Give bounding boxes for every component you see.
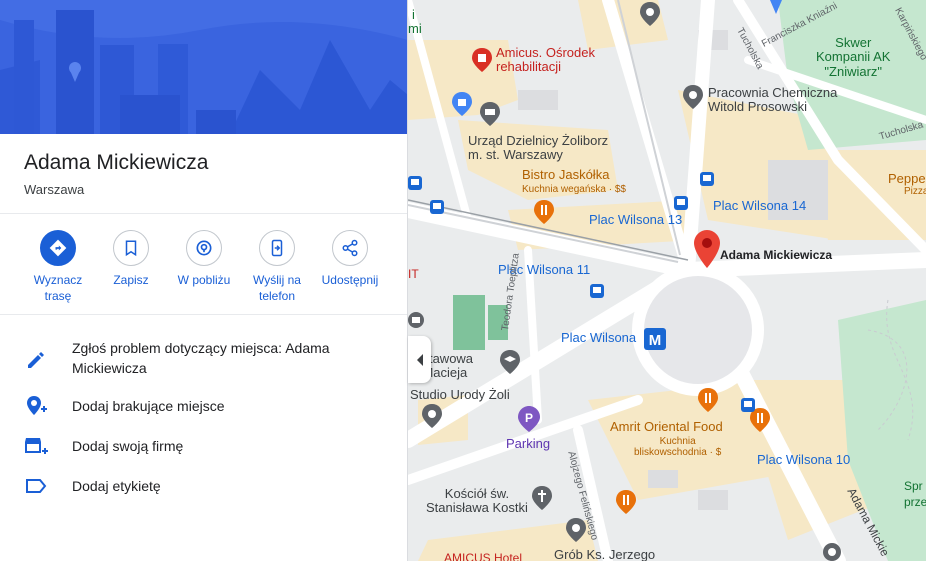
map-label-bistro-sub: Kuchnia wegańska · $$: [522, 184, 626, 195]
map-label-peppe: Peppe: [888, 171, 926, 186]
restaurant-poi-icon[interactable]: [698, 388, 718, 412]
place-title: Adama Mickiewicza: [24, 151, 209, 174]
save-button[interactable]: Zapisz: [94, 230, 168, 288]
add-business-item[interactable]: Dodaj swoją firmę: [0, 434, 407, 458]
mail-poi-icon[interactable]: [408, 312, 424, 328]
label-icon: [26, 479, 47, 493]
directions-icon: [49, 239, 67, 257]
map-label-skwer: Skwer Kompanii AK "Zniwiarz": [816, 35, 891, 79]
bus-stop-icon[interactable]: [590, 284, 604, 298]
map-label-kosciol: Kościół św. Stanisława Kostki: [426, 486, 528, 516]
bus-stop-icon[interactable]: [741, 398, 755, 412]
share-button[interactable]: Udostępnij: [313, 230, 387, 288]
shopping-poi-icon[interactable]: [766, 0, 786, 14]
metro-station-icon[interactable]: M: [644, 328, 666, 350]
selected-place-pin-icon[interactable]: [694, 230, 720, 268]
report-problem-item[interactable]: Zgłoś problem dotyczący miejsca: Adama M…: [0, 338, 407, 382]
place-subtitle: Warszawa: [24, 182, 85, 197]
action-bar: Wyznacz trasę Zapisz W pobliżu Wyślij na…: [0, 230, 407, 310]
send-to-phone-icon: [271, 239, 283, 257]
nearby-label: W pobliżu: [177, 273, 231, 287]
add-location-icon: [27, 396, 47, 415]
edit-icon: [28, 352, 44, 368]
government-poi-icon[interactable]: [480, 102, 500, 126]
share-icon: [342, 239, 358, 257]
map-label-edge-it: IT: [408, 267, 419, 281]
map-label-amicus: Amicus. Ośrodek rehabilitacji: [496, 45, 595, 75]
divider: [0, 314, 407, 315]
bus-stop-icon[interactable]: [700, 172, 714, 186]
beauty-poi-icon[interactable]: [422, 404, 442, 428]
directions-button[interactable]: Wyznacz trasę: [21, 230, 95, 304]
restaurant-poi-icon[interactable]: [534, 200, 554, 224]
nearby-icon: [196, 240, 212, 256]
map-label-plac-wilsona-14: Plac Wilsona 14: [713, 198, 807, 213]
bus-stop-icon[interactable]: [408, 176, 422, 190]
save-label: Zapisz: [113, 273, 149, 287]
directions-label: Wyznacz trasę: [33, 273, 83, 303]
bookmark-icon: [125, 240, 137, 257]
share-label: Udostępnij: [321, 273, 379, 287]
map-label-studio: Studio Urody Żoli: [410, 387, 510, 402]
place-panel: Adama Mickiewicza Warszawa Wyznacz trasę…: [0, 0, 408, 561]
send-to-phone-label: Wyślij na telefon: [253, 273, 301, 303]
shopping-poi-icon[interactable]: [452, 92, 472, 116]
place-poi-icon[interactable]: [640, 2, 660, 26]
svg-text:P: P: [525, 411, 533, 425]
add-business-icon: [25, 438, 48, 454]
svg-text:M: M: [649, 332, 662, 349]
lab-poi-icon[interactable]: [683, 85, 703, 109]
nearby-button[interactable]: W pobliżu: [167, 230, 241, 288]
map-label-urzad: Urząd Dzielnicy Żoliborz m. st. Warszawy: [468, 133, 609, 163]
map-label-pracownia: Pracownia Chemiczna Witold Prosowski: [708, 85, 838, 115]
map-label-plac-wilsona-metro: Plac Wilsona: [561, 330, 637, 345]
collapse-panel-button[interactable]: [408, 336, 431, 383]
add-label-item[interactable]: Dodaj etykietę: [0, 474, 407, 498]
map-label-plac-wilsona-13: Plac Wilsona 13: [589, 212, 683, 227]
map-base: [408, 0, 926, 561]
bus-stop-icon[interactable]: [674, 196, 688, 210]
church-poi-icon[interactable]: [532, 486, 552, 510]
hospital-poi-icon[interactable]: [472, 48, 492, 72]
school-poi-icon[interactable]: [500, 350, 520, 374]
chevron-left-icon: [416, 353, 423, 366]
selected-pin-label: Adama Mickiewicza: [720, 248, 833, 262]
send-to-phone-button[interactable]: Wyślij na telefon: [240, 230, 314, 304]
map-label-plac-wilsona-10: Plac Wilsona 10: [757, 452, 851, 467]
map-canvas[interactable]: P M Adama Mickiewicza Amicus. Ośrodek re…: [408, 0, 926, 561]
map-label-amrit-sub: Kuchnia bliskowschodnia · $: [634, 436, 722, 458]
place-poi-icon[interactable]: [822, 542, 842, 561]
bus-stop-icon[interactable]: [430, 200, 444, 214]
map-label-grob: Grób Ks. Jerzego: [554, 547, 656, 561]
map-label-edge-mi: mi: [408, 21, 422, 36]
map-label-parking: Parking: [506, 436, 551, 451]
add-missing-place-item[interactable]: Dodaj brakujące miejsce: [0, 394, 407, 418]
map-label-spr: Spr: [904, 479, 923, 493]
map-label-bistro: Bistro Jaskółka: [522, 167, 610, 182]
map-label-przestr: przestr: [904, 495, 926, 509]
maps-app: Adama Mickiewicza Warszawa Wyznacz trasę…: [0, 0, 926, 561]
restaurant-poi-icon[interactable]: [616, 490, 636, 514]
divider: [0, 213, 407, 214]
add-missing-place-label: Dodaj brakujące miejsce: [72, 398, 225, 414]
add-label-label: Dodaj etykietę: [72, 478, 161, 494]
place-hero-image: [0, 0, 407, 134]
map-label-amrit: Amrit Oriental Food: [610, 419, 723, 434]
report-problem-label: Zgłoś problem dotyczący miejsca: Adama M…: [72, 340, 330, 376]
add-business-label: Dodaj swoją firmę: [72, 438, 184, 454]
map-label-amicus-hotel: AMICUS Hotel: [444, 551, 523, 561]
map-label-pizza: Pizza: [904, 186, 926, 197]
parking-poi-icon[interactable]: P: [518, 406, 540, 432]
